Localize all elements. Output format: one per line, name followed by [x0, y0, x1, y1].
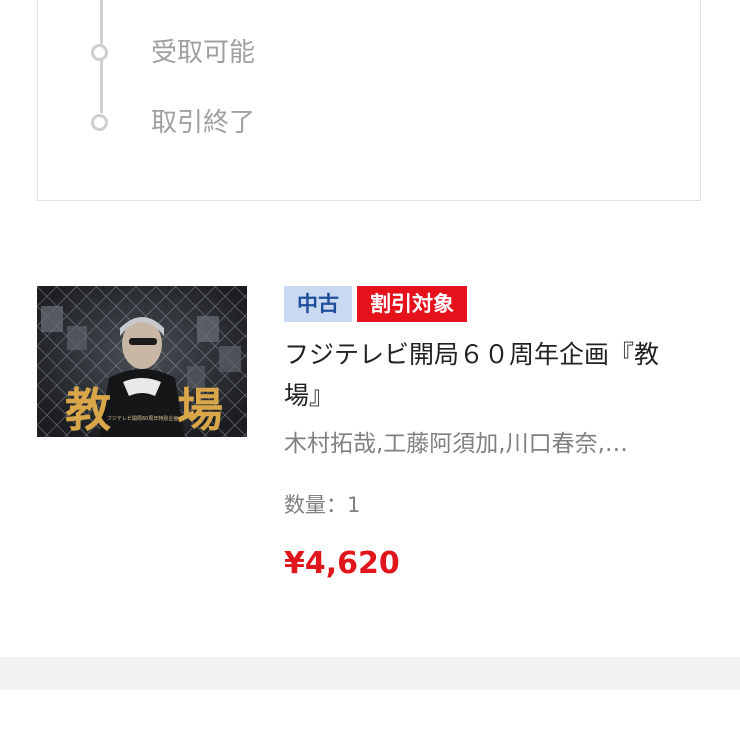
- timeline-dot-icon: [91, 114, 108, 131]
- status-step-complete: 取引終了: [151, 108, 256, 138]
- product-cover-image: 教 場 フジテレビ開局60周年特別企画: [37, 286, 247, 437]
- discount-badge: 割引対象: [357, 286, 467, 322]
- product-badges: 中古 割引対象: [284, 286, 467, 322]
- product-thumbnail[interactable]: 教 場 フジテレビ開局60周年特別企画: [37, 286, 247, 437]
- condition-badge: 中古: [284, 286, 352, 322]
- product-price: ¥4,620: [284, 546, 400, 581]
- cover-title-char: 教: [65, 383, 111, 437]
- status-step-ready: 受取可能: [151, 38, 256, 68]
- cover-title-char: 場: [177, 383, 223, 437]
- product-quantity: 数量：1: [284, 493, 361, 517]
- timeline-dot-icon: [91, 44, 108, 61]
- cover-subtitle: フジテレビ開局60周年特別企画: [107, 415, 178, 422]
- order-status-card: 受取可能 取引終了: [37, 0, 701, 201]
- product-cast: 木村拓哉,工藤阿須加,川口春奈,…: [284, 431, 628, 457]
- product-title[interactable]: フジテレビ開局６０周年企画『教場』: [284, 334, 684, 416]
- section-divider: [0, 657, 740, 690]
